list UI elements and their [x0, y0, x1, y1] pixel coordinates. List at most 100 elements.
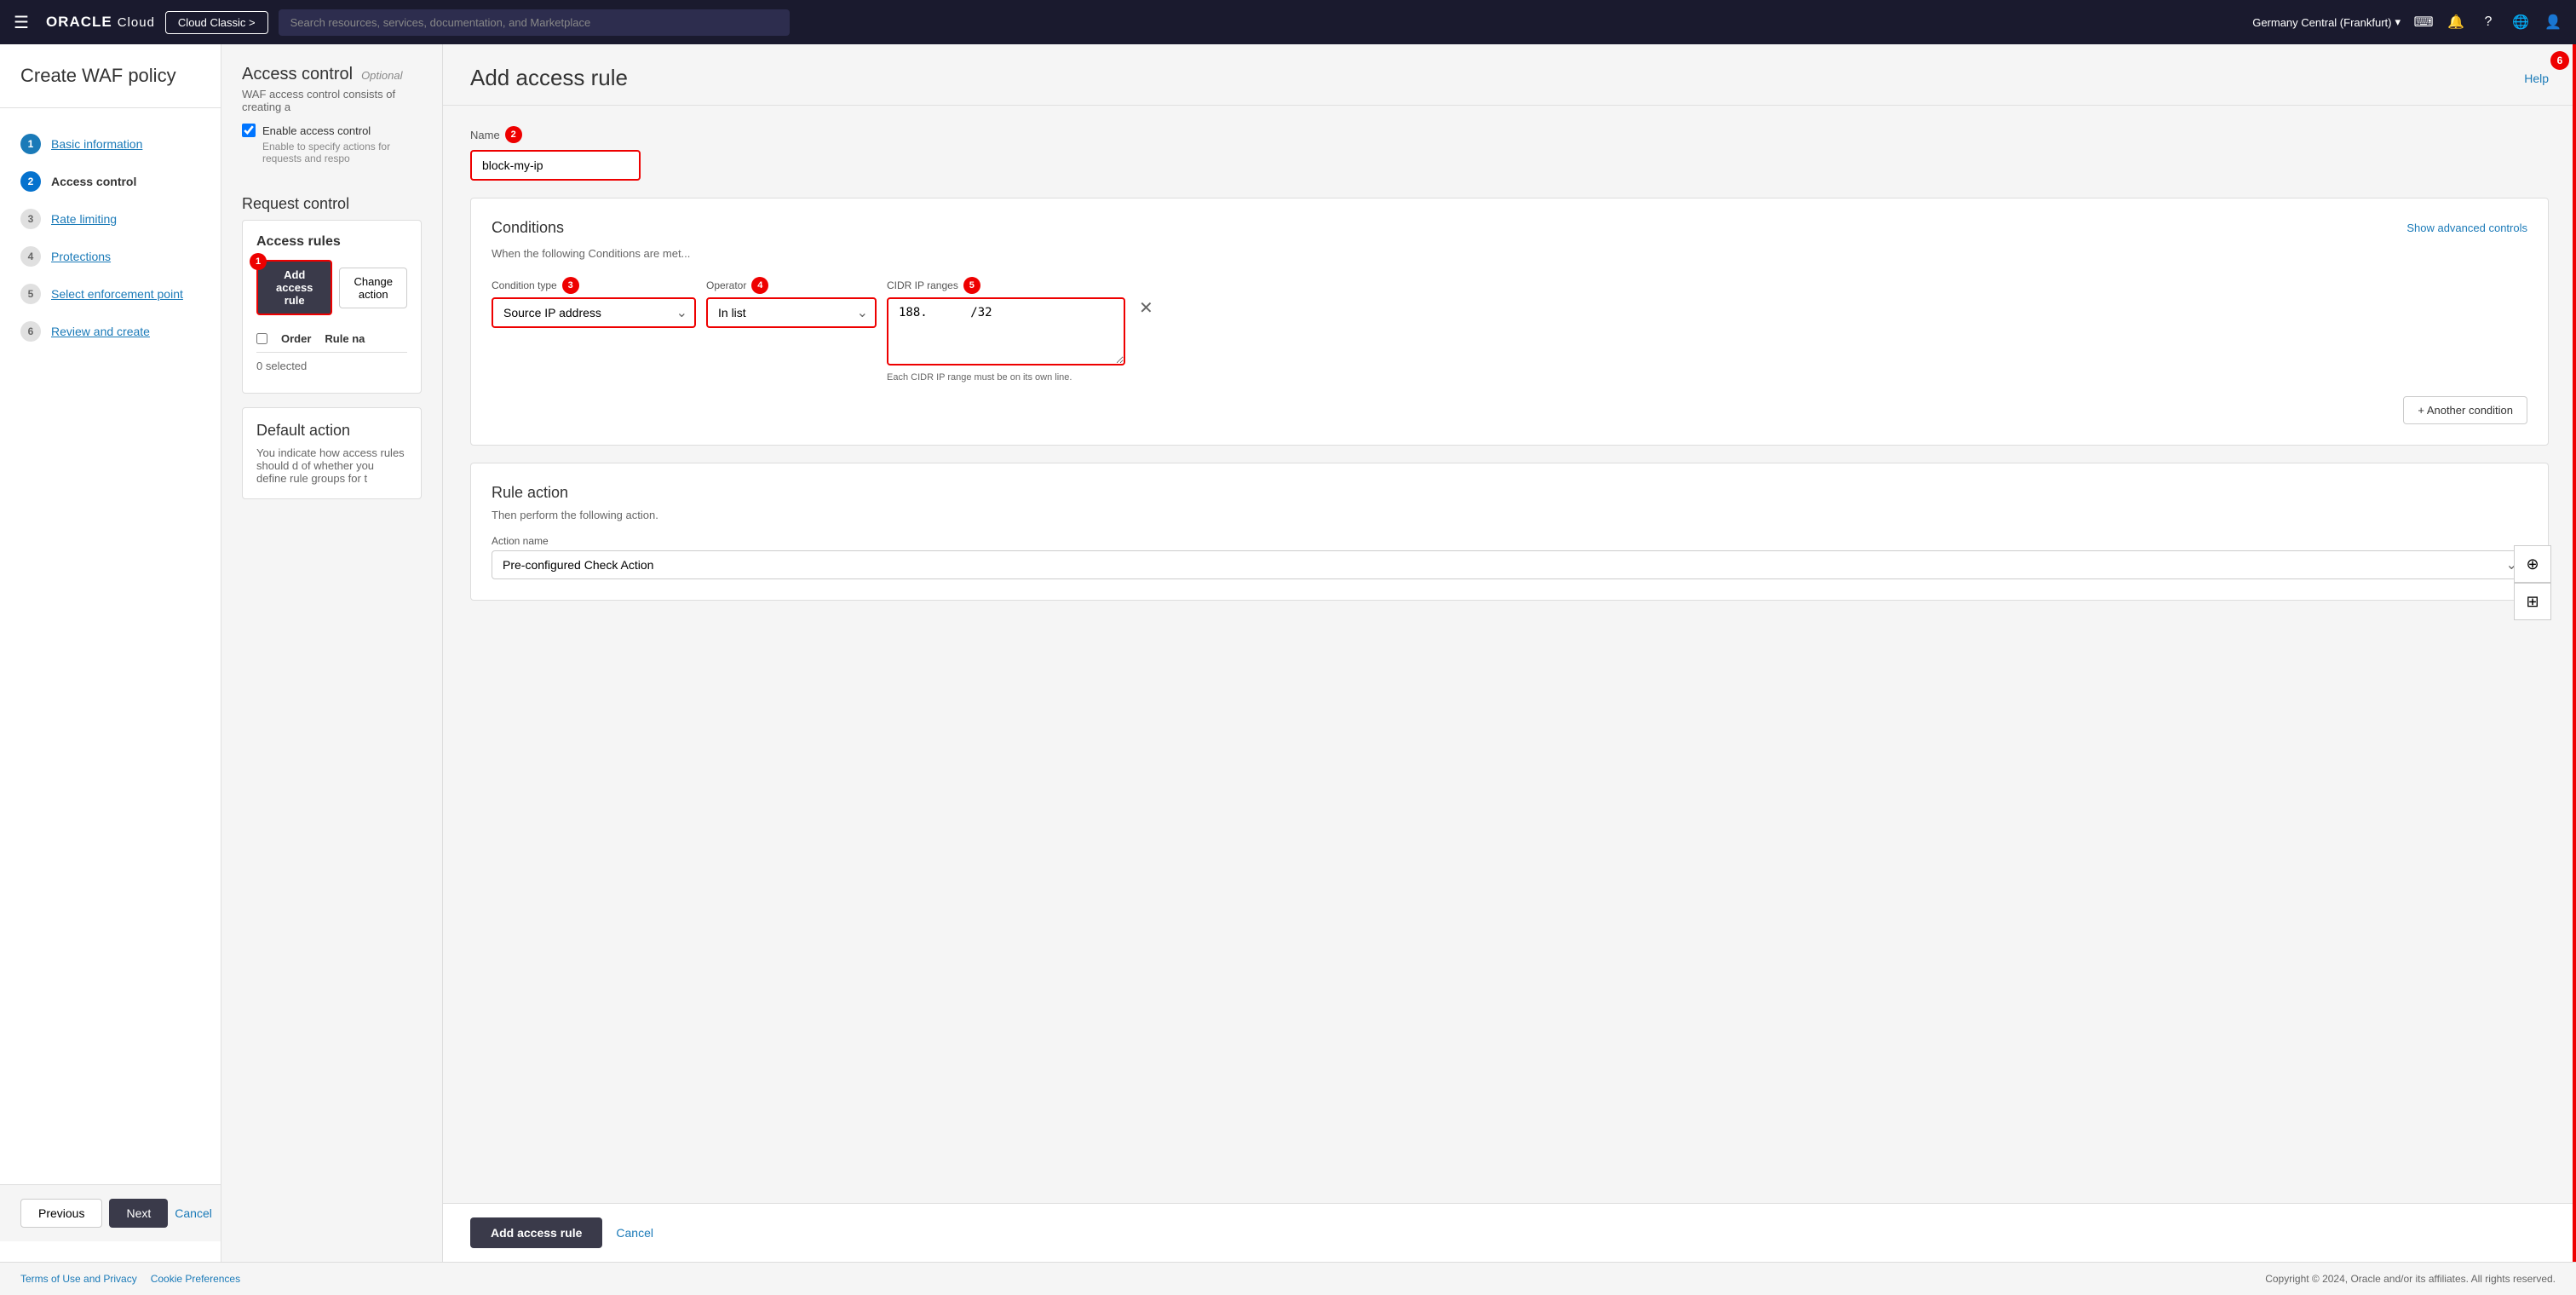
condition-type-wrapper: Source IP address — [492, 297, 696, 328]
enable-access-control-row[interactable]: Enable access control — [242, 124, 422, 137]
wizard-footer: Previous Next Cancel — [0, 1184, 221, 1241]
add-access-rule-footer-button[interactable]: Add access rule — [470, 1217, 602, 1248]
right-panel-footer: Add access rule Cancel — [443, 1203, 2576, 1262]
step-label-1: Basic information — [51, 137, 142, 151]
rule-action-title: Rule action — [492, 484, 2527, 502]
right-panel-header: Add access rule Help — [443, 44, 2576, 106]
top-nav: ☰ ORACLE Cloud Cloud Classic > Germany C… — [0, 0, 2576, 44]
floating-grid-button[interactable]: ⊞ — [2514, 583, 2551, 620]
cancel-footer-link[interactable]: Cancel — [616, 1226, 653, 1240]
panel-title: Add access rule — [470, 65, 628, 91]
access-rules-box: Access rules 1 Add access rule Change ac… — [242, 220, 422, 394]
chevron-down-icon: ▾ — [2395, 15, 2401, 29]
nav-icons: ⌨ 🔔 ? 🌐 👤 — [2414, 13, 2562, 32]
name-field-label: Name 2 — [470, 126, 2549, 143]
operator-field: Operator 4 In list — [706, 277, 877, 328]
left-content-panel: Access control Optional WAF access contr… — [221, 44, 443, 1262]
enable-sub: Enable to specify actions for requests a… — [242, 141, 422, 164]
another-condition-button[interactable]: + Another condition — [2403, 396, 2527, 424]
enable-access-control-checkbox[interactable] — [242, 124, 256, 137]
step-label-3: Rate limiting — [51, 212, 117, 226]
floating-help-button[interactable]: ⊕ — [2514, 545, 2551, 583]
show-advanced-link[interactable]: Show advanced controls — [2406, 222, 2527, 234]
copyright-text: Copyright © 2024, Oracle and/or its affi… — [2265, 1273, 2556, 1285]
add-access-rule-button[interactable]: 1 Add access rule — [256, 260, 332, 315]
bottom-footer: Terms of Use and Privacy Cookie Preferen… — [0, 1262, 2576, 1295]
step-number-6: 6 — [20, 321, 41, 342]
step-label-2: Access control — [51, 175, 136, 188]
step-number-5: 5 — [20, 284, 41, 304]
floating-help-icons: ⊕ ⊞ — [2514, 545, 2551, 620]
terminal-icon[interactable]: ⌨ — [2414, 13, 2433, 32]
condition-type-field: Condition type 3 Source IP address — [492, 277, 696, 328]
cloud-classic-button[interactable]: Cloud Classic > — [165, 11, 268, 34]
bell-icon[interactable]: 🔔 — [2447, 13, 2465, 32]
footer-left: Terms of Use and Privacy Cookie Preferen… — [20, 1273, 240, 1285]
condition-type-select[interactable]: Source IP address — [492, 297, 696, 328]
default-action-title: Default action — [256, 422, 407, 440]
operator-label: Operator 4 — [706, 277, 877, 294]
page-content: Create WAF policy 1 Basic information 2 … — [0, 44, 2576, 1262]
hamburger-icon[interactable]: ☰ — [14, 12, 29, 33]
condition-row: Condition type 3 Source IP address — [492, 277, 2527, 383]
name-input[interactable] — [470, 150, 641, 181]
optional-label: Optional — [361, 69, 402, 82]
step-number-4: 4 — [20, 246, 41, 267]
terms-link[interactable]: Terms of Use and Privacy — [20, 1273, 137, 1285]
action-select[interactable]: Pre-configured Check Action — [492, 550, 2527, 579]
sidebar-step-3[interactable]: 3 Rate limiting — [0, 200, 221, 238]
badge-6: 6 — [2550, 51, 2569, 70]
previous-button[interactable]: Previous — [20, 1199, 102, 1228]
red-border-right — [2573, 44, 2576, 1262]
conditions-title: Conditions — [492, 219, 564, 237]
globe-icon[interactable]: 🌐 — [2511, 13, 2530, 32]
step-number-3: 3 — [20, 209, 41, 229]
rule-action-subtitle: Then perform the following action. — [492, 509, 2527, 521]
access-rules-toolbar: 1 Add access rule Change action — [256, 260, 407, 315]
access-control-header: Access control Optional WAF access contr… — [242, 65, 422, 164]
rule-action-section: Rule action Then perform the following a… — [470, 463, 2549, 601]
selected-count: 0 selected — [256, 353, 407, 379]
sidebar-step-4[interactable]: 4 Protections — [0, 238, 221, 275]
cidr-badge: 5 — [963, 277, 980, 294]
operator-wrapper: In list — [706, 297, 877, 328]
name-section: Name 2 — [470, 126, 2549, 181]
enable-label: Enable access control — [262, 124, 371, 137]
access-control-desc: WAF access control consists of creating … — [242, 88, 422, 113]
region-selector[interactable]: Germany Central (Frankfurt) ▾ — [2252, 15, 2401, 29]
order-column: Order — [281, 332, 311, 345]
step-label-6: Review and create — [51, 325, 150, 338]
next-button[interactable]: Next — [109, 1199, 168, 1228]
step-label-5: Select enforcement point — [51, 287, 183, 301]
help-link[interactable]: Help — [2524, 72, 2549, 85]
operator-select[interactable]: In list — [706, 297, 877, 328]
table-header: Order Rule na — [256, 325, 407, 353]
region-label: Germany Central (Frankfurt) — [2252, 16, 2391, 29]
action-name-field: Action name Pre-configured Check Action — [492, 535, 2527, 579]
cookies-link[interactable]: Cookie Preferences — [151, 1273, 240, 1285]
cidr-field: CIDR IP ranges 5 188. /32 Each CIDR IP r… — [887, 277, 1125, 383]
sidebar-step-5[interactable]: 5 Select enforcement point — [0, 275, 221, 313]
right-panel: 6 Add access rule Help Name 2 — [443, 44, 2576, 1262]
search-input[interactable] — [279, 9, 790, 36]
nav-right: Germany Central (Frankfurt) ▾ ⌨ 🔔 ? 🌐 👤 — [2252, 13, 2562, 32]
step-label-4: Protections — [51, 250, 111, 263]
sidebar-step-6[interactable]: 6 Review and create — [0, 313, 221, 350]
action-name-label: Action name — [492, 535, 2527, 547]
condition-type-label: Condition type 3 — [492, 277, 696, 294]
remove-condition-button[interactable]: ✕ — [1136, 297, 1157, 319]
access-rules-title: Access rules — [256, 234, 407, 250]
cancel-button[interactable]: Cancel — [175, 1199, 212, 1228]
cidr-textarea[interactable]: 188. /32 — [887, 297, 1125, 365]
logo-oracle: ORACLE — [46, 14, 112, 31]
sidebar-step-1[interactable]: 1 Basic information — [0, 125, 221, 163]
sidebar-step-2[interactable]: 2 Access control — [0, 163, 221, 200]
change-action-button[interactable]: Change action — [339, 268, 407, 308]
step-number-2: 2 — [20, 171, 41, 192]
user-icon[interactable]: 👤 — [2544, 13, 2562, 32]
condition-type-badge: 3 — [562, 277, 579, 294]
help-icon[interactable]: ? — [2479, 13, 2498, 32]
select-all-checkbox[interactable] — [256, 332, 267, 345]
conditions-section: Conditions Show advanced controls When t… — [470, 198, 2549, 446]
add-rule-badge: 1 — [250, 253, 267, 270]
